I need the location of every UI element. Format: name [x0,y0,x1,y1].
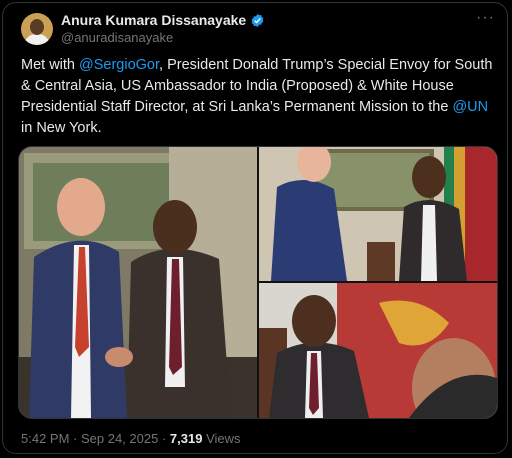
author-avatar[interactable] [21,13,53,45]
post-card: Anura Kumara Dissanayake @anuradisanayak… [2,2,508,454]
photo-handshake[interactable] [19,147,257,418]
post-meta: 5:42 PM · Sep 24, 2025 · 7,319 Views [21,431,241,446]
mention-link[interactable]: @SergioGor [79,57,159,73]
post-text-segment: in New York. [21,120,102,136]
author-handle[interactable]: @anuradisanayake [61,30,173,45]
mention-link[interactable]: @UN [452,99,488,115]
verified-badge-icon [251,13,264,27]
views-label[interactable]: Views [202,431,240,446]
views-count[interactable]: 7,319 [170,431,203,446]
more-options-icon[interactable]: ··· [476,9,495,27]
post-date[interactable]: Sep 24, 2025 [81,431,158,446]
post-time[interactable]: 5:42 PM [21,431,69,446]
media-grid[interactable] [18,146,498,419]
author-name-row[interactable]: Anura Kumara Dissanayake [61,12,265,28]
photo-meeting-seated[interactable] [259,283,497,418]
post-text-segment: Met with [21,57,80,73]
photo-meeting-standing[interactable] [259,147,497,281]
author-name[interactable]: Anura Kumara Dissanayake [61,12,246,28]
post-text: Met with @SergioGor, President Donald Tr… [21,55,499,139]
